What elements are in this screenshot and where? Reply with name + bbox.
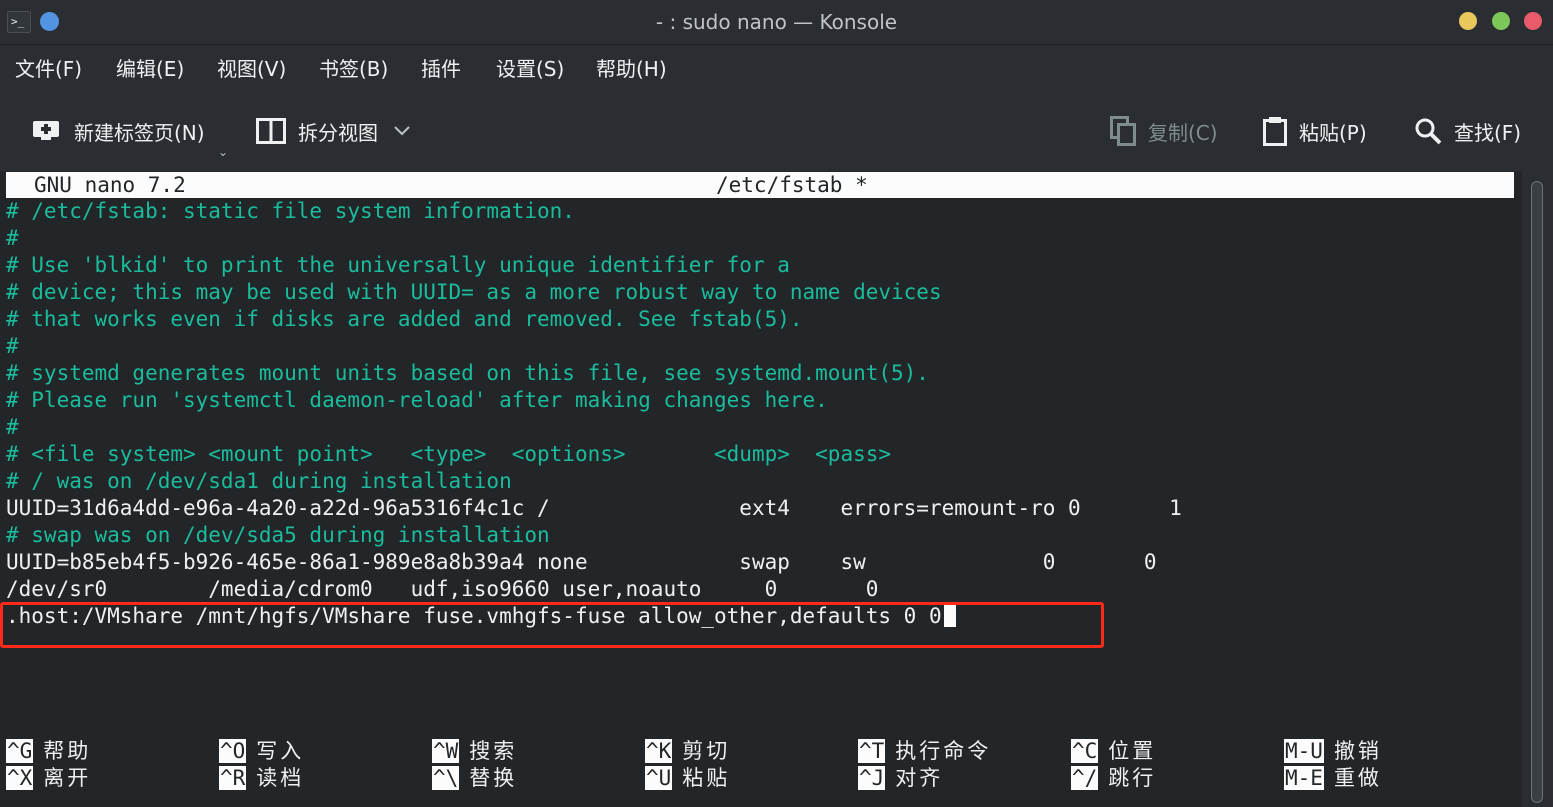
split-view-button[interactable]: 拆分视图 (256, 115, 412, 147)
shortcut-write-out: ^O 写入 (219, 739, 305, 763)
paste-icon (1263, 117, 1287, 146)
file-line: # /etc/fstab: static file system informa… (6, 199, 575, 223)
shortcut-location: ^C 位置 (1071, 739, 1157, 763)
shortcut-justify: ^J 对齐 (858, 766, 944, 790)
toolbar: 新建标签页(N) ⌄ 拆分视图 复制(C) 粘贴(P) 查找(F) (0, 89, 1553, 171)
menu-bar: 文件(F) 编辑(E) 视图(V) 书签(B) 插件 设置(S) 帮助(H) (0, 45, 1553, 89)
copy-button[interactable]: 复制(C) (1110, 115, 1218, 147)
shortcut-exit: ^X 离开 (6, 766, 92, 790)
menu-file[interactable]: 文件(F) (15, 53, 82, 82)
find-button[interactable]: 查找(F) (1414, 115, 1521, 147)
menu-edit[interactable]: 编辑(E) (116, 53, 184, 82)
file-line: # systemd generates mount units based on… (6, 361, 929, 385)
minimize-button[interactable] (1459, 12, 1477, 30)
nano-version: GNU nano 7.2 (34, 173, 186, 197)
file-line: # Please run 'systemctl daemon-reload' a… (6, 388, 828, 412)
chevron-down-icon (394, 126, 410, 136)
file-line: # Use 'blkid' to print the universally u… (6, 253, 790, 277)
file-line: UUID=b85eb4f5-b926-465e-86a1-989e8a8b39a… (6, 550, 1157, 574)
terminal-view[interactable]: GNU nano 7.2 /etc/fstab * # /etc/fstab: … (0, 171, 1520, 807)
new-tab-label: 新建标签页(N) (74, 120, 205, 145)
file-line: # swap was on /dev/sda5 during installat… (6, 523, 550, 547)
nano-filename: /etc/fstab * (716, 173, 868, 197)
menu-view[interactable]: 视图(V) (217, 53, 286, 82)
maximize-button[interactable] (1492, 12, 1510, 30)
new-tab-dropdown-icon[interactable]: ⌄ (218, 145, 228, 159)
shortcut-read-file: ^R 读档 (219, 766, 305, 790)
split-view-label: 拆分视图 (298, 120, 378, 145)
file-line: # <file system> <mount point> <type> <op… (6, 442, 892, 466)
file-line: # (6, 415, 19, 439)
file-line: # device; this may be used with UUID= as… (6, 280, 942, 304)
shortcut-help: ^G 帮助 (6, 739, 92, 763)
find-label: 查找(F) (1454, 120, 1522, 145)
shortcut-replace: ^\ 替换 (432, 766, 518, 790)
new-tab-icon (33, 121, 59, 140)
menu-plugins[interactable]: 插件 (421, 53, 461, 82)
title-bar: >_ - : sudo nano — Konsole (0, 0, 1553, 45)
shortcut-where-is: ^W 搜索 (432, 739, 518, 763)
window-title: - : sudo nano — Konsole (655, 10, 898, 34)
shortcut-execute: ^T 执行命令 (858, 739, 992, 763)
copy-label: 复制(C) (1148, 120, 1218, 145)
file-line: UUID=31d6a4dd-e96a-4a20-a22d-96a5316f4c1… (6, 496, 1182, 520)
nano-title-bar: GNU nano 7.2 /etc/fstab * (6, 172, 1514, 198)
menu-settings[interactable]: 设置(S) (496, 53, 564, 82)
shortcut-go-to-line: ^/跳行 (1071, 766, 1157, 790)
copy-icon (1110, 116, 1136, 146)
paste-button[interactable]: 粘贴(P) (1263, 115, 1367, 147)
close-button[interactable] (1524, 12, 1542, 30)
file-line: # (6, 226, 19, 250)
file-line: # / was on /dev/sda1 during installation (6, 469, 512, 493)
highlight-annotation-box (0, 602, 1104, 648)
file-line: # that works even if disks are added and… (6, 307, 803, 331)
split-view-icon (256, 118, 286, 144)
menu-help[interactable]: 帮助(H) (596, 53, 667, 82)
paste-label: 粘贴(P) (1299, 120, 1367, 145)
scrollbar-thumb[interactable] (1531, 181, 1543, 803)
terminal-scrollbar[interactable] (1522, 171, 1553, 807)
shortcut-paste: ^U 粘贴 (645, 766, 731, 790)
file-line: /dev/sr0 /media/cdrom0 udf,iso9660 user,… (6, 577, 879, 601)
shortcut-undo: M-U 撤销 (1284, 739, 1382, 763)
shortcut-cut: ^K 剪切 (645, 739, 731, 763)
search-icon (1415, 118, 1442, 145)
new-tab-button[interactable]: 新建标签页(N) (32, 115, 205, 147)
shortcut-redo: M-E 重做 (1284, 766, 1382, 790)
file-line: # (6, 334, 19, 358)
menu-bookmarks[interactable]: 书签(B) (319, 53, 388, 82)
